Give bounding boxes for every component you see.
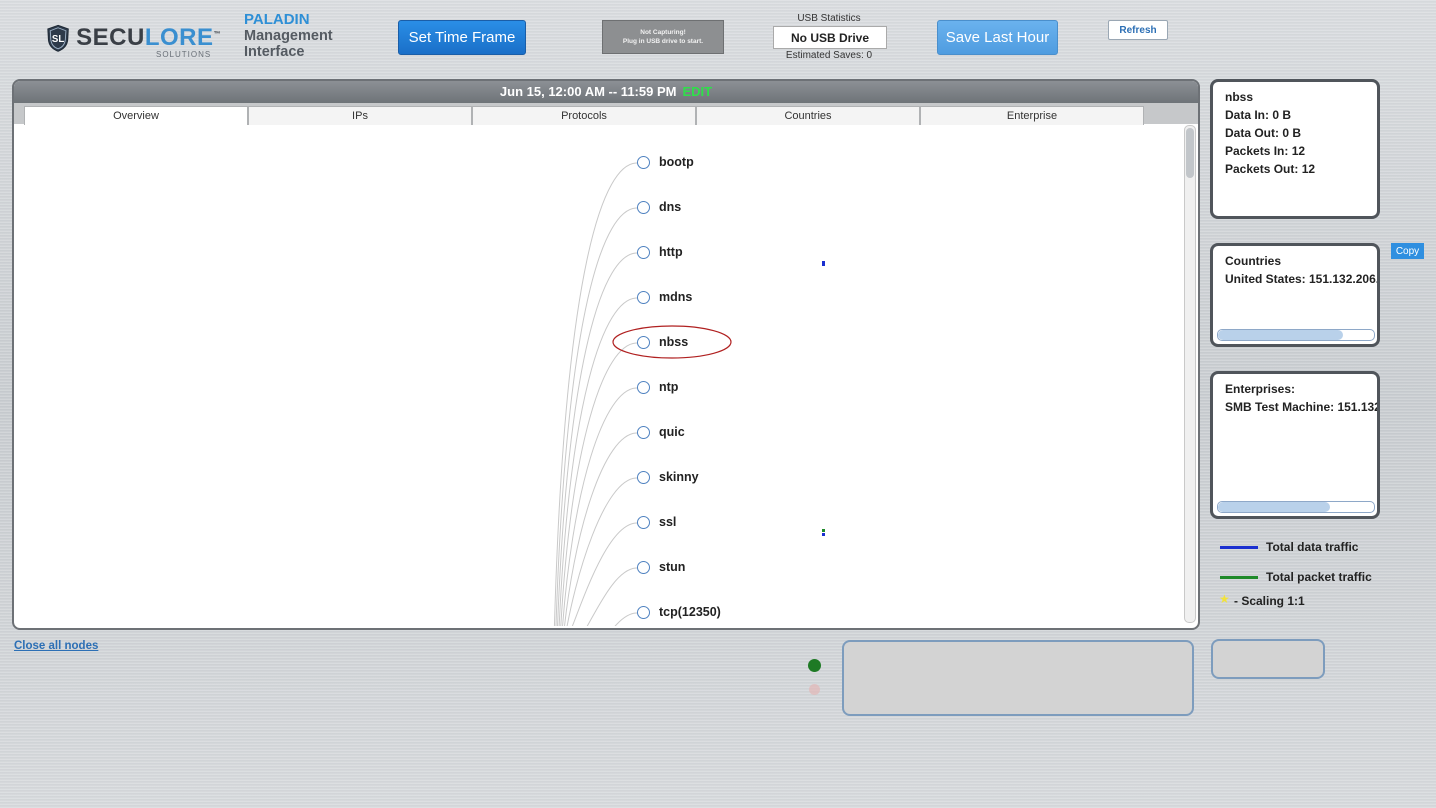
enterprises-card: Enterprises: SMB Test Machine: 151.132 [1210, 371, 1380, 519]
logo-subtext: SOLUTIONS [156, 50, 212, 59]
tree-node-nbss[interactable]: nbss [659, 335, 688, 349]
tree-node-circle[interactable] [637, 156, 650, 169]
product-subtitle-1: Management [244, 28, 333, 44]
node-details-card: nbss Data In: 0 B Data Out: 0 B Packets … [1210, 79, 1380, 219]
info-box-small [1211, 639, 1325, 679]
shield-logo-icon: SL [47, 24, 69, 52]
tree-node-circle[interactable] [637, 606, 650, 619]
set-time-frame-button[interactable]: Set Time Frame [398, 20, 526, 55]
tree-node-http[interactable]: http [659, 245, 683, 259]
traffic-marker [822, 529, 825, 532]
capture-status-line1: Not Capturing! [640, 29, 686, 36]
info-box [842, 640, 1194, 716]
scrollbar-thumb[interactable] [1186, 128, 1194, 178]
estimated-saves: Estimated Saves: 0 [785, 50, 873, 61]
countries-scrollbar[interactable] [1217, 329, 1375, 341]
tree-node-circle[interactable] [637, 561, 650, 574]
tree-node-quic[interactable]: quic [659, 425, 685, 439]
tree-node-bootp[interactable]: bootp [659, 155, 694, 169]
enterprises-entry: SMB Test Machine: 151.132 [1225, 400, 1380, 414]
tree-link [586, 567, 638, 626]
countries-title: Countries [1225, 254, 1282, 268]
protocol-tree [553, 162, 825, 626]
tree-node-circle[interactable] [637, 336, 650, 349]
tree-link [566, 477, 638, 626]
tree-node-stun[interactable]: stun [659, 560, 685, 574]
enterprises-scrollbar[interactable] [1217, 501, 1375, 513]
tree-node-ntp[interactable]: ntp [659, 380, 678, 394]
tree-link [555, 207, 638, 626]
tree-node-ssl[interactable]: ssl [659, 515, 676, 529]
enterprises-scrollbar-thumb[interactable] [1218, 502, 1331, 512]
tree-node-circle[interactable] [637, 246, 650, 259]
status-dot-red [809, 684, 820, 695]
usb-status-box: No USB Drive [773, 26, 887, 49]
details-data-in: Data In: 0 B [1225, 108, 1292, 122]
tree-node-circle[interactable] [637, 471, 650, 484]
product-name: PALADIN [244, 11, 310, 28]
countries-scrollbar-thumb[interactable] [1218, 330, 1343, 340]
tree-node-mdns[interactable]: mdns [659, 290, 692, 304]
legend-data-traffic: Total data traffic [1266, 540, 1359, 554]
details-data-out: Data Out: 0 B [1225, 126, 1302, 140]
product-subtitle-2: Interface [244, 44, 305, 60]
tree-node-circle[interactable] [637, 426, 650, 439]
star-icon: ★ [1219, 592, 1230, 606]
seculore-logo: SL SECULORE™ SOLUTIONS [46, 14, 221, 62]
refresh-button[interactable]: Refresh [1108, 20, 1168, 40]
logo-wordmark: SECULORE™ [76, 24, 221, 51]
tree-link [614, 612, 638, 626]
enterprises-title: Enterprises: [1225, 382, 1296, 396]
tree-node-tcp12350[interactable]: tcp(12350) [659, 605, 721, 619]
product-title: PALADIN Management Interface [244, 11, 333, 61]
tree-node-circle[interactable] [637, 291, 650, 304]
countries-entry: United States: 151.132.206. [1225, 272, 1380, 286]
tree-node-circle[interactable] [637, 201, 650, 214]
packet-traffic-line [1220, 576, 1258, 579]
legend-packet-traffic: Total packet traffic [1266, 570, 1372, 584]
legend-scaling: - Scaling 1:1 [1234, 594, 1305, 608]
traffic-marker [822, 533, 825, 536]
save-last-hour-button[interactable]: Save Last Hour [937, 20, 1058, 55]
capture-status-line2: Plug in USB drive to start. [622, 38, 704, 45]
capture-status: Not Capturing! Plug in USB drive to star… [602, 20, 724, 54]
details-packets-out: Packets Out: 12 [1225, 162, 1316, 176]
close-all-nodes-link[interactable]: Close all nodes [14, 640, 98, 652]
tree-node-circle[interactable] [637, 381, 650, 394]
tree-node-dns[interactable]: dns [659, 200, 681, 214]
status-dot-green [808, 659, 821, 672]
svg-text:SL: SL [52, 34, 64, 45]
tree-node-skinny[interactable]: skinny [659, 470, 699, 484]
usb-statistics-label: USB Statistics [797, 13, 861, 24]
traffic-marker [822, 261, 825, 266]
vertical-scrollbar[interactable] [1184, 125, 1196, 623]
data-traffic-line [1220, 546, 1258, 549]
copy-button[interactable]: Copy [1391, 243, 1424, 259]
tree-link [571, 522, 638, 626]
tree-link [560, 342, 638, 626]
main-panel: Jun 15, 12:00 AM -- 11:59 PM EDIT Overvie… [12, 79, 1200, 630]
countries-card: Countries United States: 151.132.206. [1210, 243, 1380, 347]
tree-node-circle[interactable] [637, 516, 650, 529]
details-packets-in: Packets In: 12 [1225, 144, 1306, 158]
details-title: nbss [1225, 90, 1254, 104]
